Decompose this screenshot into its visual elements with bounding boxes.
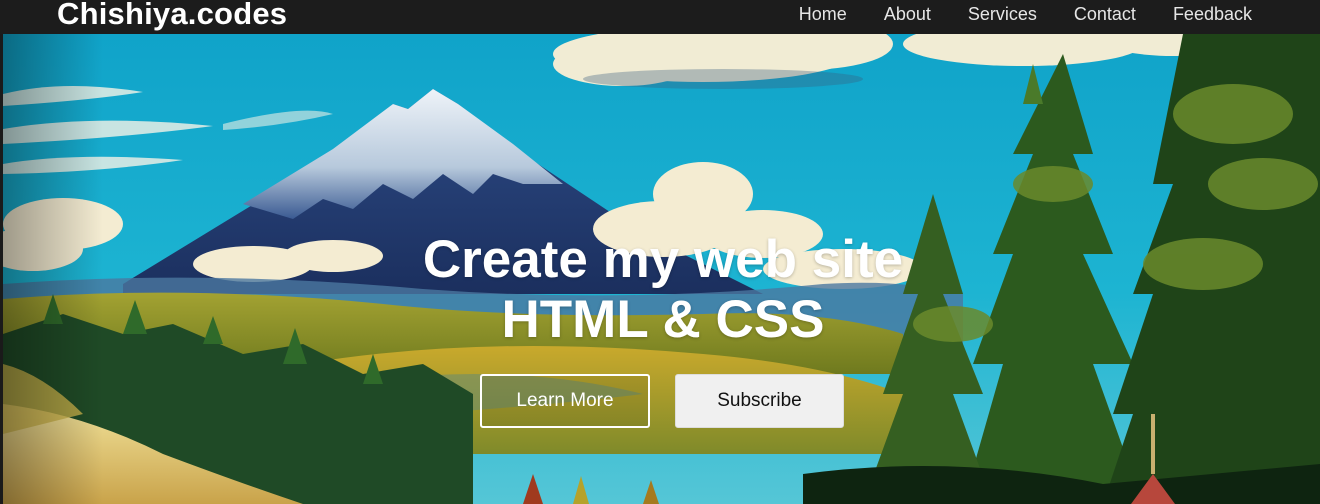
hero-title-line1: Create my web site bbox=[422, 230, 904, 289]
subscribe-button[interactable]: Subscribe bbox=[675, 374, 844, 428]
navbar: Chishiya.codes Home About Services Conta… bbox=[0, 0, 1320, 34]
nav-contact-link[interactable]: Contact bbox=[1074, 4, 1136, 25]
nav-about-link[interactable]: About bbox=[884, 4, 931, 25]
site-logo[interactable]: Chishiya.codes bbox=[57, 0, 287, 32]
nav-services-link[interactable]: Services bbox=[968, 4, 1037, 25]
hero-section: Create my web site HTML & CSS Learn More… bbox=[3, 34, 1320, 504]
hero-title: Create my web site HTML & CSS bbox=[3, 230, 1320, 350]
hero-content: Create my web site HTML & CSS Learn More… bbox=[3, 34, 1320, 504]
nav-home-link[interactable]: Home bbox=[799, 4, 847, 25]
nav-feedback-link[interactable]: Feedback bbox=[1173, 4, 1252, 25]
hero-title-line2: HTML & CSS bbox=[501, 290, 825, 349]
nav-menu: Home About Services Contact Feedback bbox=[762, 0, 1252, 28]
learn-more-button[interactable]: Learn More bbox=[480, 374, 650, 428]
